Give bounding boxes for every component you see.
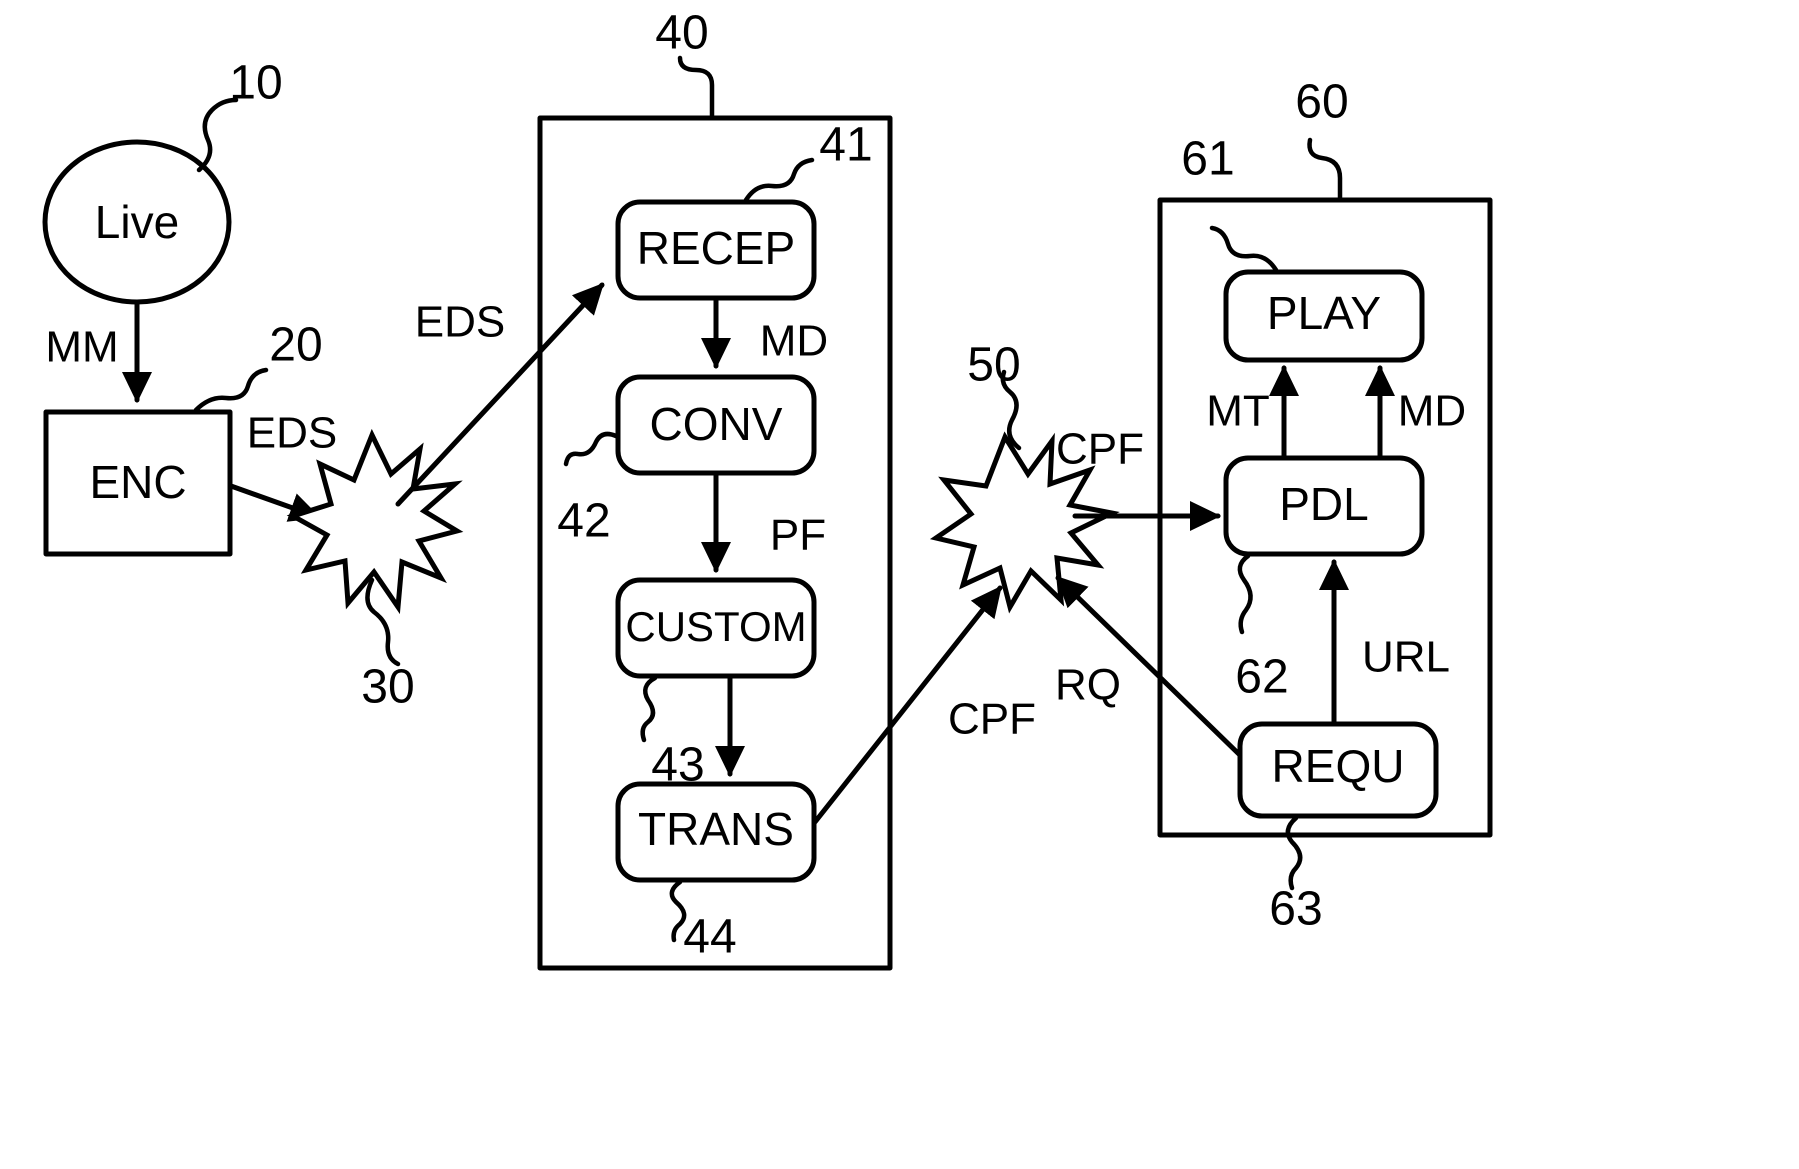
flow-label-eds-to-recep: EDS <box>415 298 505 347</box>
network-burst-30 <box>286 428 464 615</box>
ref-numeral-20: 20 <box>269 319 322 372</box>
ref-numeral-50: 50 <box>967 339 1020 392</box>
custom-node-label: CUSTOM <box>625 603 806 650</box>
flow-label-md-pdl-play: MD <box>1398 387 1466 436</box>
leader-line-20 <box>193 367 269 413</box>
figure-canvas: 40 60 Live 10 MM ENC 20 EDS 30 EDS RECEP… <box>42 7 1493 971</box>
play-node-label: PLAY <box>1267 287 1381 339</box>
ref-numeral-40: 40 <box>655 7 708 60</box>
ref-numeral-41: 41 <box>819 119 872 172</box>
conv-node-label: CONV <box>650 398 783 450</box>
flow-label-url-requ-pdl: URL <box>1362 633 1450 682</box>
ref-numeral-44: 44 <box>683 911 736 964</box>
requ-node-label: REQU <box>1272 740 1405 792</box>
recep-node-label: RECEP <box>637 222 795 274</box>
ref-numeral-60: 60 <box>1295 76 1348 129</box>
flow-label-mt-pdl-play: MT <box>1206 387 1270 436</box>
ref-numeral-42: 42 <box>557 495 610 548</box>
flow-label-rq-requ-out: RQ <box>1055 661 1121 710</box>
flow-label-pf-conv-custom: PF <box>770 511 826 560</box>
flow-label-eds-enc-out: EDS <box>247 409 337 458</box>
live-source-label: Live <box>95 196 179 248</box>
ref-numeral-63: 63 <box>1269 883 1322 936</box>
flow-label-mm: MM <box>45 323 118 372</box>
trans-node-label: TRANS <box>638 803 794 855</box>
leader-line-60 <box>1307 137 1343 203</box>
ref-numeral-61: 61 <box>1181 133 1234 186</box>
ref-numeral-10: 10 <box>229 57 282 110</box>
ref-numeral-30: 30 <box>361 661 414 714</box>
leader-line-40 <box>677 55 715 121</box>
pdl-node-label: PDL <box>1279 478 1368 530</box>
flow-label-cpf-burst-out: CPF <box>1056 425 1144 474</box>
flow-label-cpf-trans-out: CPF <box>948 695 1036 744</box>
leader-line-10 <box>196 97 239 173</box>
flow-label-md-recep-conv: MD <box>760 317 828 366</box>
enc-node-label: ENC <box>89 456 186 508</box>
ref-numeral-62: 62 <box>1235 651 1288 704</box>
patent-figure: 40 60 Live 10 MM ENC 20 EDS 30 EDS RECEP… <box>0 0 1799 1169</box>
